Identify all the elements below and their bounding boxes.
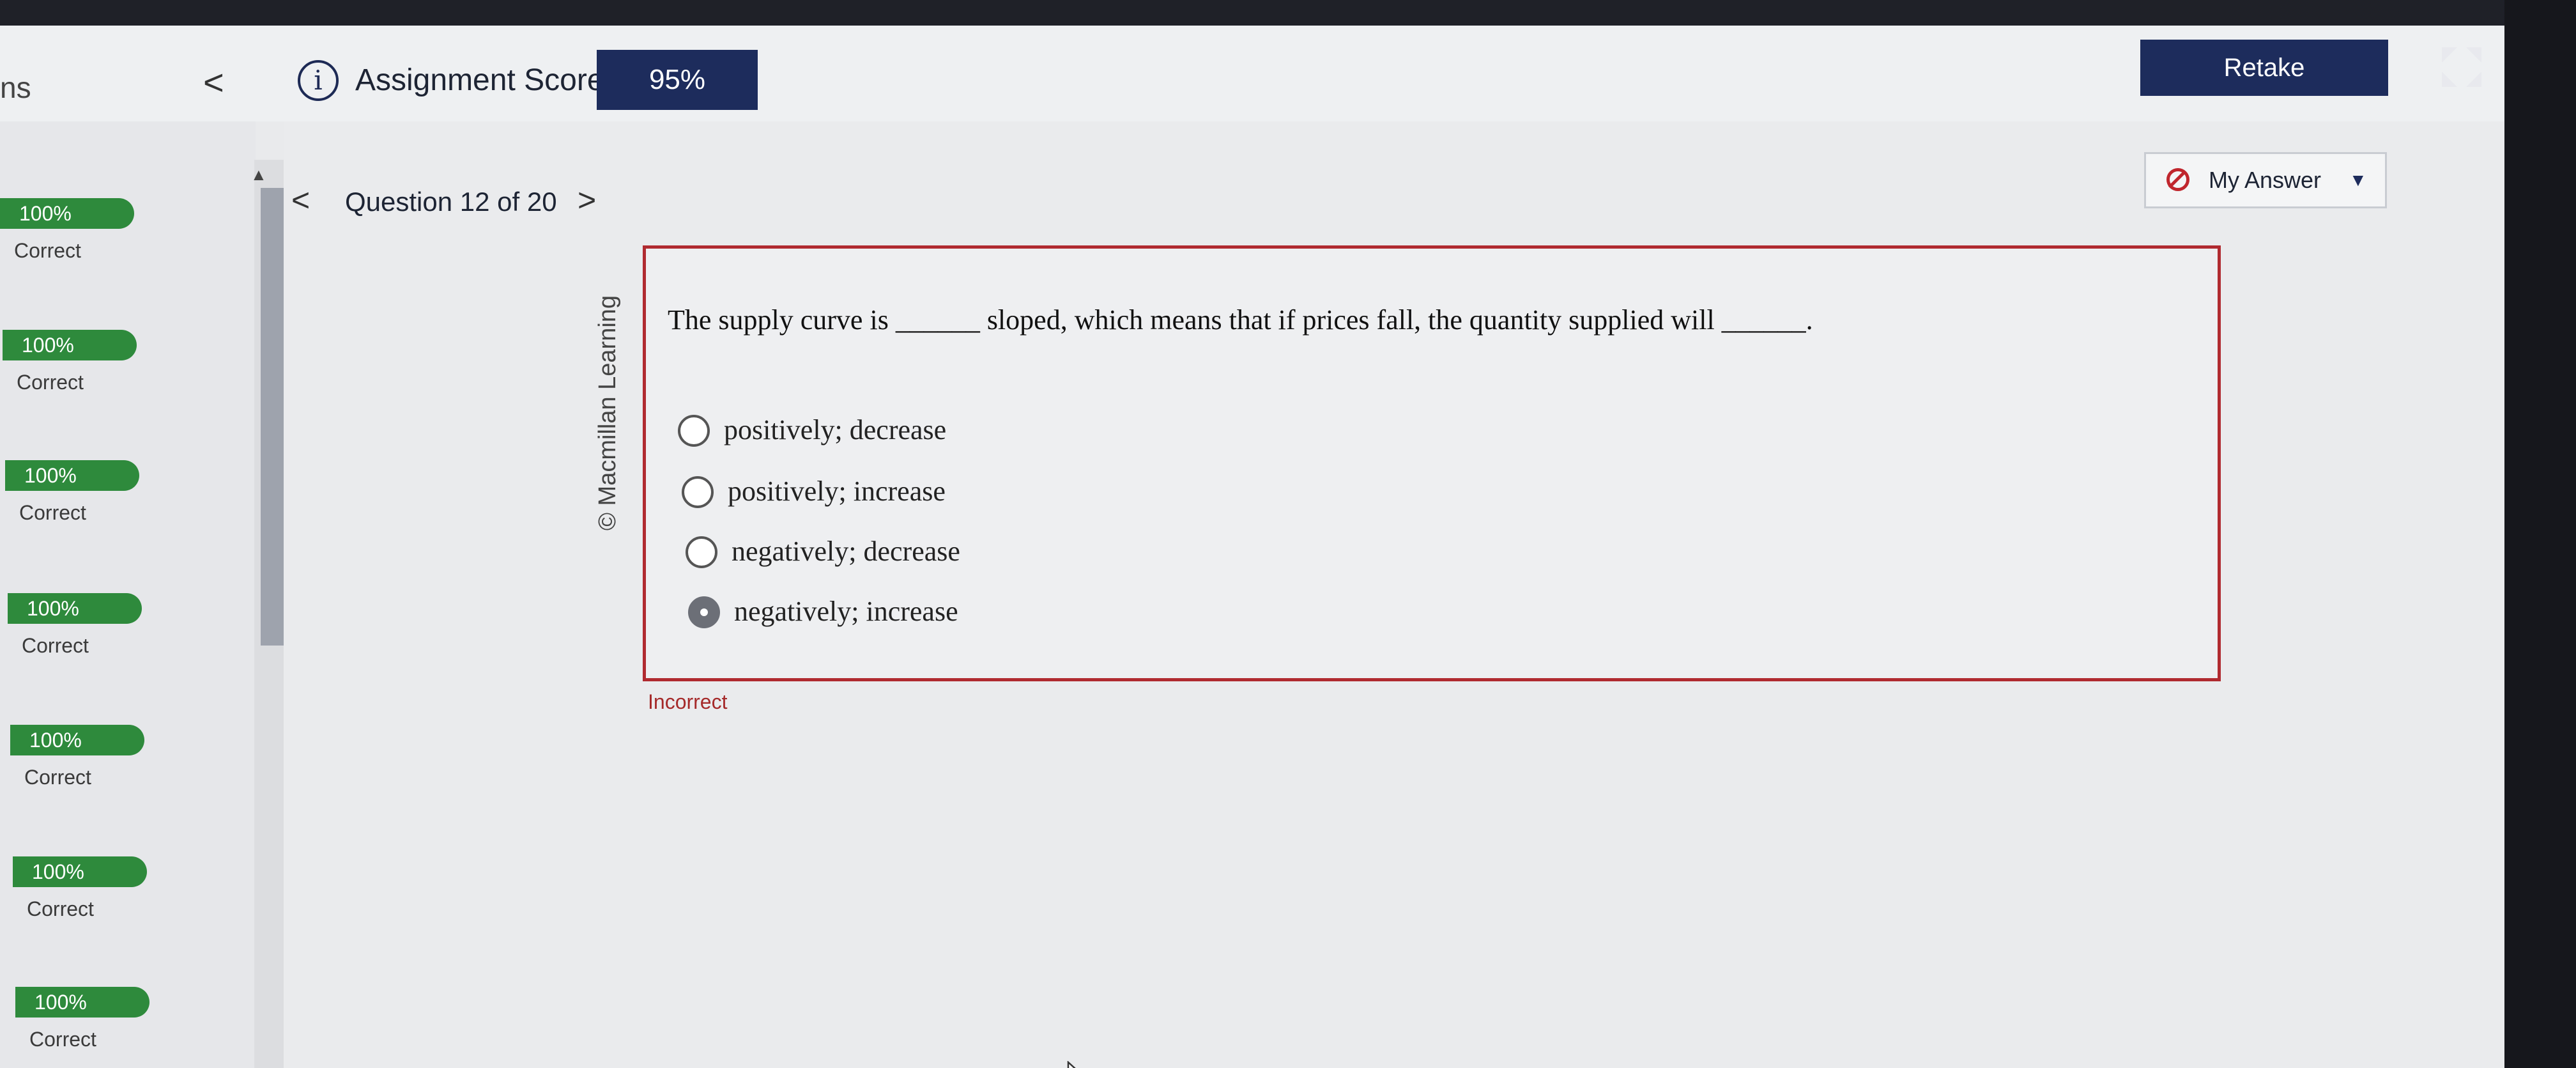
radio-button[interactable] — [678, 415, 710, 447]
score-badge: 100% — [3, 330, 137, 360]
next-question-chevron-icon[interactable]: > — [578, 182, 596, 219]
score-badge: 100% — [10, 725, 144, 755]
score-badge: 100% — [15, 987, 150, 1018]
status-text: Correct — [17, 371, 84, 394]
copyright-notice: © Macmillan Learning — [594, 295, 621, 530]
sidebar-scrollbar-thumb[interactable] — [261, 188, 284, 646]
score-badge: 100% — [8, 593, 142, 624]
assignment-score-label: Assignment Score: — [355, 63, 613, 97]
question-counter: Question 12 of 20 — [345, 187, 557, 217]
monitor-bezel — [2504, 0, 2576, 1068]
option-label: negatively; decrease — [732, 536, 960, 567]
sidebar-question-item[interactable]: 100% Correct — [15, 987, 150, 1051]
radio-button[interactable] — [682, 476, 714, 508]
my-answer-dropdown[interactable]: My Answer ▼ — [2144, 152, 2387, 208]
previous-question-chevron-icon[interactable]: < — [291, 182, 310, 219]
status-text: Correct — [19, 501, 86, 524]
scroll-up-arrow-icon[interactable]: ▲ — [250, 165, 267, 185]
status-text: Correct — [22, 634, 89, 657]
status-text: Correct — [27, 897, 94, 920]
option-label: positively; decrease — [724, 414, 947, 445]
assignment-header: ns < i Assignment Score: 95% Retake — [0, 26, 2504, 121]
screen: ns < i Assignment Score: 95% Retake 100%… — [0, 26, 2504, 1068]
sidebar-question-item[interactable]: 100% Correct — [0, 198, 134, 263]
sidebar-question-item[interactable]: 100% Correct — [3, 330, 137, 394]
option-label: negatively; increase — [734, 596, 958, 627]
info-icon[interactable]: i — [298, 60, 339, 101]
mouse-pointer-icon — [1067, 1061, 1076, 1068]
incorrect-prohibited-icon — [2166, 168, 2189, 191]
score-badge: 100% — [0, 198, 134, 229]
question-prompt: The supply curve is ______ sloped, which… — [668, 304, 1813, 336]
answer-feedback: Incorrect — [648, 690, 728, 713]
score-badge: 100% — [13, 856, 147, 887]
radio-button[interactable] — [686, 536, 717, 568]
fullscreen-expand-icon[interactable] — [2439, 45, 2484, 89]
status-text: Correct — [29, 1028, 96, 1051]
question-list-sidebar: 100% Correct 100% Correct 100% Correct 1… — [0, 121, 284, 1068]
status-text: Correct — [24, 766, 91, 789]
collapse-panel-chevron-icon[interactable]: < — [203, 61, 224, 103]
caret-down-icon: ▼ — [2349, 170, 2367, 190]
score-badge: 100% — [5, 460, 139, 491]
radio-button-selected[interactable] — [688, 596, 720, 628]
sidebar-question-item[interactable]: 100% Correct — [10, 725, 144, 789]
sidebar-question-item[interactable]: 100% Correct — [8, 593, 142, 658]
retake-button[interactable]: Retake — [2140, 40, 2388, 96]
assignment-score-value: 95% — [597, 50, 758, 110]
sidebar-question-item[interactable]: 100% Correct — [5, 460, 139, 525]
my-answer-label: My Answer — [2209, 167, 2322, 193]
option-label: positively; increase — [728, 476, 946, 507]
status-text: Correct — [14, 239, 81, 262]
question-card: The supply curve is ______ sloped, which… — [643, 245, 2221, 681]
panel-title-fragment: ns — [0, 71, 31, 104]
sidebar-question-item[interactable]: 100% Correct — [13, 856, 147, 921]
